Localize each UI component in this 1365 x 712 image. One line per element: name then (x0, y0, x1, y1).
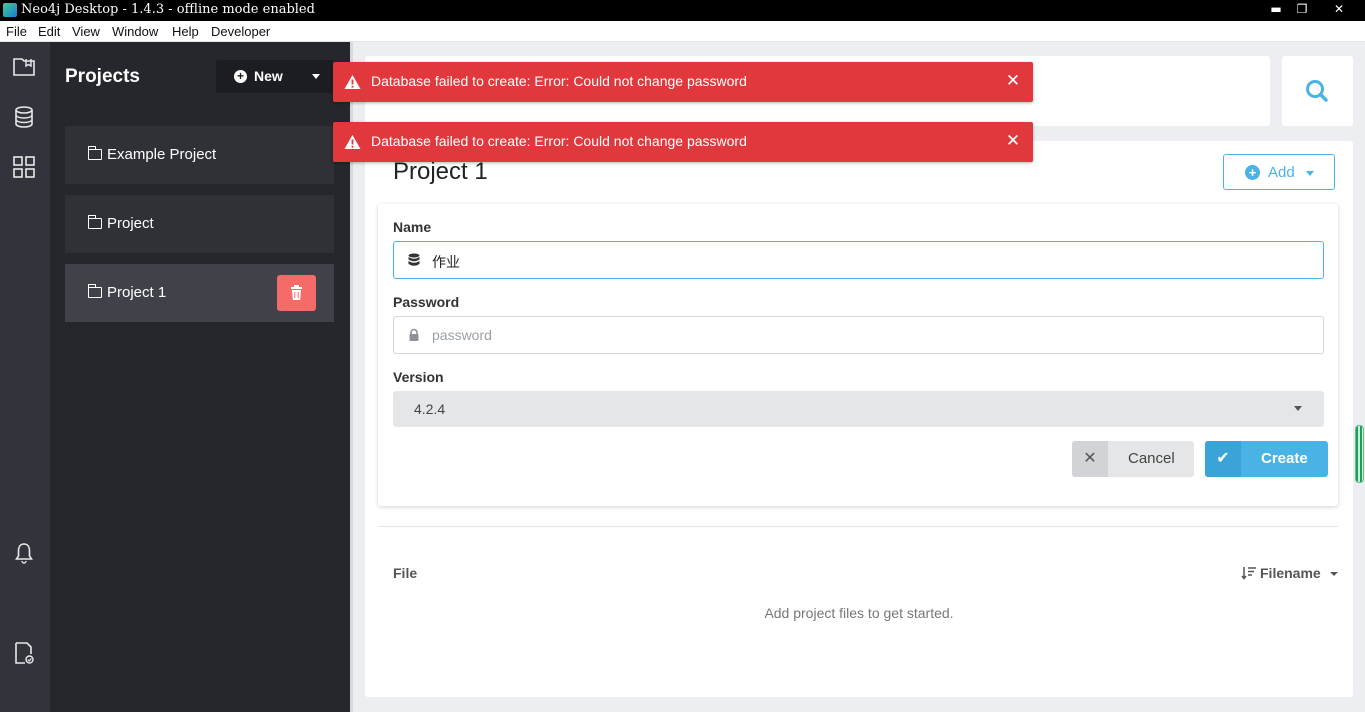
add-button[interactable]: + Add (1223, 154, 1335, 190)
projects-icon[interactable] (11, 54, 37, 80)
project-panel: Project 1 + Add Name 作业 Password passwor… (365, 141, 1353, 697)
name-label: Name (393, 219, 432, 235)
file-column-heading: File (393, 565, 418, 581)
folder-icon (87, 215, 102, 229)
password-field[interactable]: password (393, 316, 1324, 354)
left-icon-rail (0, 42, 50, 712)
password-placeholder: password (432, 327, 492, 343)
project-item-label: Project 1 (107, 284, 167, 301)
toast-message: Database failed to create: Error: Could … (371, 133, 747, 149)
menu-window[interactable]: Window (112, 24, 158, 39)
apps-grid-icon[interactable] (11, 154, 37, 180)
add-button-label: Add (1268, 164, 1295, 181)
search-button[interactable] (1282, 56, 1353, 126)
database-icon[interactable] (11, 104, 37, 130)
chevron-down-icon (1330, 572, 1338, 576)
folder-icon (87, 146, 102, 160)
cancel-button[interactable]: ✕ Cancel (1072, 441, 1194, 477)
chevron-down-icon (1306, 171, 1314, 176)
cancel-label: Cancel (1128, 450, 1175, 467)
version-label: Version (393, 369, 444, 385)
menu-bar: File Edit View Window Help Developer (0, 21, 1365, 42)
menu-help[interactable]: Help (172, 24, 199, 39)
project-item-example-project[interactable]: Example Project (65, 126, 334, 184)
trash-icon (291, 285, 302, 300)
notifications-bell-icon[interactable] (11, 540, 37, 566)
settings-document-icon[interactable] (11, 640, 37, 666)
window-title: Neo4j Desktop - 1.4.3 - offline mode ena… (21, 2, 315, 17)
project-item-project[interactable]: Project (65, 195, 334, 253)
menu-developer[interactable]: Developer (211, 24, 270, 39)
restore-button[interactable]: ❐ (1288, 0, 1316, 18)
chevron-down-icon[interactable] (312, 74, 320, 79)
lock-icon (409, 328, 419, 341)
window-titlebar: Neo4j Desktop - 1.4.3 - offline mode ena… (0, 0, 1365, 21)
project-item-label: Project (107, 215, 154, 232)
search-icon (1306, 80, 1328, 102)
password-label: Password (393, 294, 460, 310)
plus-circle-icon: + (234, 70, 247, 83)
sort-icon (1241, 567, 1256, 580)
section-divider (378, 526, 1338, 527)
chevron-down-icon (1294, 406, 1302, 411)
sidebar-title: Projects (65, 66, 140, 87)
project-item-label: Example Project (107, 146, 217, 163)
new-project-button[interactable]: + New (216, 60, 334, 93)
projects-sidebar: Projects + New Example Project Project P… (50, 42, 350, 712)
error-toast: Database failed to create: Error: Could … (333, 122, 1033, 162)
delete-project-button[interactable] (277, 275, 316, 311)
toast-message: Database failed to create: Error: Could … (371, 73, 747, 89)
sort-label: Filename (1260, 565, 1321, 581)
close-icon: ✕ (1072, 441, 1108, 477)
warning-icon (344, 135, 361, 149)
minimize-button[interactable]: ▬ (1262, 0, 1290, 18)
menu-view[interactable]: View (72, 24, 100, 39)
database-icon (408, 253, 420, 266)
version-value: 4.2.4 (414, 401, 446, 417)
scrollbar-thumb[interactable] (1355, 425, 1364, 483)
menu-file[interactable]: File (6, 24, 27, 39)
name-value: 作业 (432, 255, 460, 271)
create-label: Create (1261, 450, 1308, 467)
project-title: Project 1 (393, 158, 488, 185)
create-database-form: Name 作业 Password password Version 4.2.4 … (378, 204, 1338, 506)
create-button[interactable]: ✔ Create (1205, 441, 1328, 477)
error-toast: Database failed to create: Error: Could … (333, 62, 1033, 102)
plus-circle-icon: + (1245, 165, 1260, 180)
checkmark-icon: ✔ (1205, 441, 1241, 477)
warning-icon (344, 75, 361, 89)
close-window-button[interactable]: ✕ (1325, 0, 1353, 18)
new-button-label: New (254, 68, 283, 84)
close-icon[interactable]: ✕ (1003, 71, 1023, 91)
name-field[interactable]: 作业 (393, 241, 1324, 279)
version-select[interactable]: 4.2.4 (393, 391, 1324, 427)
neo4j-app-icon (3, 3, 17, 17)
folder-icon (87, 284, 102, 298)
menu-edit[interactable]: Edit (38, 24, 60, 39)
empty-files-message: Add project files to get started. (764, 605, 954, 621)
project-item-project-1[interactable]: Project 1 (65, 264, 334, 322)
close-icon[interactable]: ✕ (1003, 131, 1023, 151)
